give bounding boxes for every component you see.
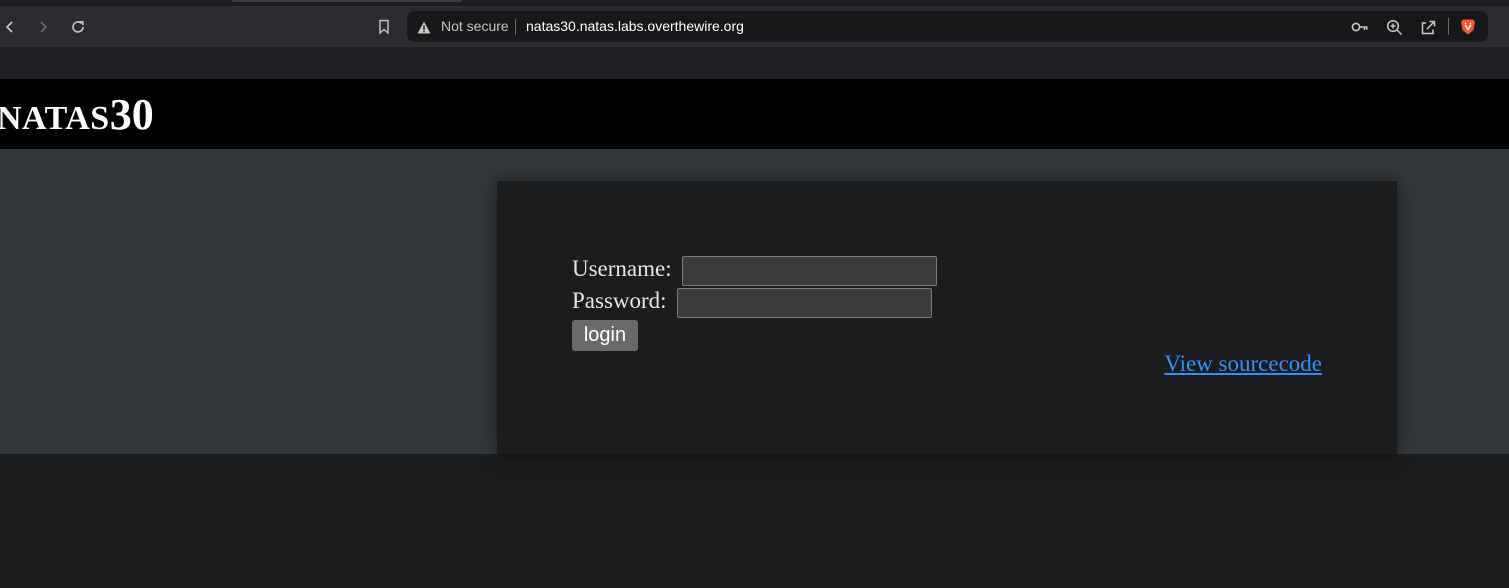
password-input[interactable] (677, 288, 932, 318)
bookmark-icon (379, 19, 389, 35)
logo-number: 30 (109, 90, 154, 139)
back-button[interactable] (0, 15, 22, 39)
address-bar[interactable]: Not secure natas30.natas.labs.overthewir… (407, 11, 1488, 42)
site-logo: NATAS30 (0, 89, 154, 140)
browser-toolbar: Not secure natas30.natas.labs.overthewir… (0, 6, 1509, 47)
key-icon[interactable] (1351, 18, 1369, 36)
chevron-right-icon (40, 21, 48, 33)
password-label: Password: (572, 288, 667, 313)
warning-icon[interactable] (415, 18, 433, 36)
username-input[interactable] (682, 256, 937, 286)
active-tab-edge[interactable] (232, 0, 462, 2)
brave-lion-icon[interactable] (1459, 18, 1477, 36)
bookmarks-bar (0, 47, 1509, 79)
view-sourcecode-link[interactable]: View sourcecode (1164, 351, 1322, 377)
zoom-icon[interactable] (1385, 18, 1403, 36)
logo-prefix: NATAS (0, 100, 110, 137)
share-icon[interactable] (1419, 18, 1437, 36)
reload-icon (72, 21, 84, 33)
url-text[interactable]: natas30.natas.labs.overthewire.org (526, 11, 744, 42)
reload-button[interactable] (66, 15, 90, 39)
toolbar-divider (1448, 18, 1449, 35)
omnibox-divider (515, 19, 516, 35)
chevron-left-icon (5, 21, 13, 33)
content-area: Username: Password: login View sourcecod… (0, 149, 1509, 454)
username-label: Username: (572, 256, 672, 281)
login-button[interactable]: login (572, 320, 638, 351)
bookmark-button[interactable] (372, 15, 396, 39)
login-panel: Username: Password: login View sourcecod… (497, 181, 1397, 454)
site-header: NATAS30 (0, 79, 1509, 149)
security-status[interactable]: Not secure (441, 11, 509, 42)
forward-button[interactable] (31, 15, 55, 39)
